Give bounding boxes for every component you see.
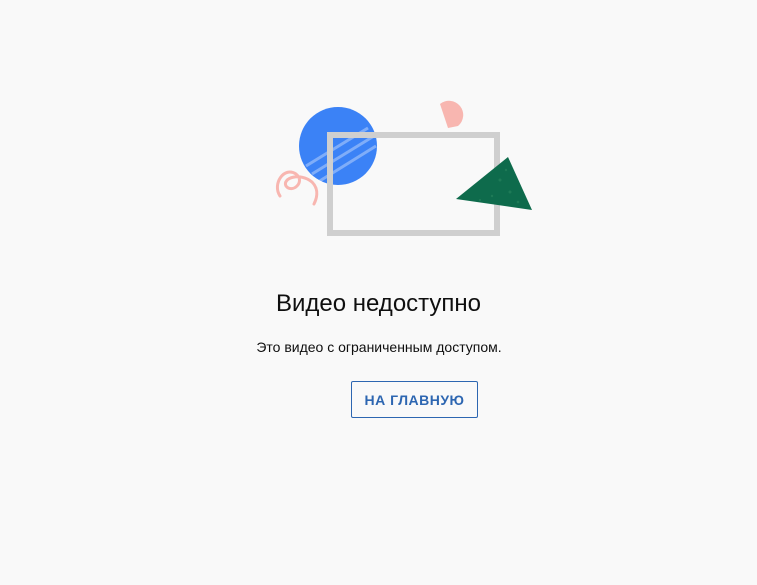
video-unavailable-page: Видео недоступно Это видео с ограниченны… xyxy=(0,0,757,585)
error-message: Это видео с ограниченным доступом. xyxy=(256,339,502,355)
error-title: Видео недоступно xyxy=(275,290,482,317)
pink-shape-icon xyxy=(440,100,464,128)
video-unavailable-illustration xyxy=(275,100,532,236)
pink-squiggle-icon xyxy=(275,170,319,206)
home-button[interactable]: НА ГЛАВНУЮ xyxy=(351,381,478,418)
